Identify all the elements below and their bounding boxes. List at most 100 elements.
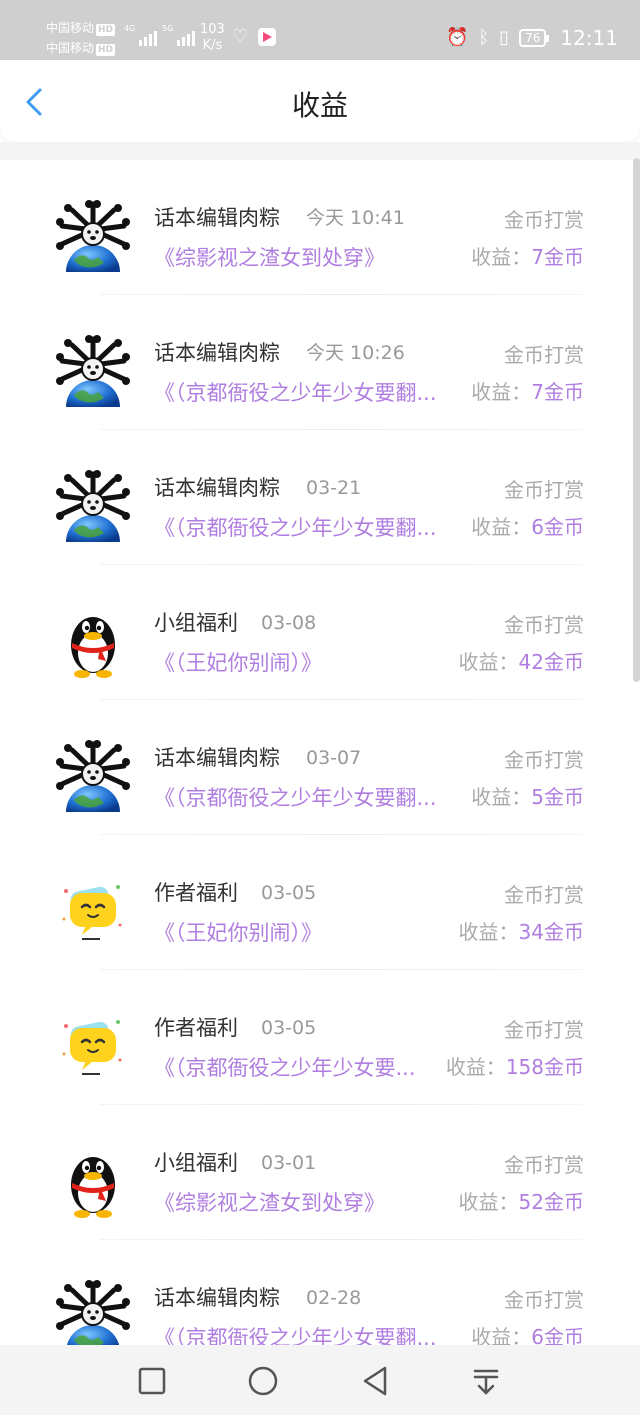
earning-label: 收益： [471,1325,532,1345]
sender-name: 作者福利 [154,881,238,905]
hd-badge: HD [96,24,116,36]
sender-name: 作者福利 [154,1016,238,1040]
status-bar: 中国移动 HD 中国移动 HD 4G 5G 103 K/s ♡ ⏰ ᛒ ▯ 76 1… [0,0,640,60]
earning-value: 34金币 [518,920,584,944]
recent-apps-icon[interactable] [136,1365,168,1397]
reward-type: 金币打赏 [504,748,584,772]
hd-badge: HD [96,44,116,56]
earning-value: 52金币 [518,1190,584,1214]
back-triangle-icon[interactable] [359,1365,391,1397]
sender-name: 话本编辑肉粽 [154,746,280,770]
earning-amount: 收益：52金币 [459,1188,584,1216]
earning-amount: 收益：7金币 [471,378,584,406]
earning-label: 收益： [471,380,532,404]
carrier-info: 中国移动 HD 中国移动 HD [46,18,116,58]
earning-value: 6金币 [531,515,584,539]
list-item[interactable]: 话本编辑肉粽 03-07 金币打赏 《（京都衙役之少年少女要翻... 收益：5金币 [0,700,640,835]
book-title-link[interactable]: 《（王妃你别闹）》 [154,649,464,677]
sender-name: 小组福利 [154,611,238,635]
creature-globe-avatar[interactable] [56,1280,130,1345]
heart-icon: ♡ [232,26,249,47]
earning-label: 收益： [471,515,532,539]
list-item[interactable]: 话本编辑肉粽 02-28 金币打赏《（京都衙役之少年少女要翻... 收益：6金币 [0,1240,640,1345]
list-item[interactable]: 小组福利 03-01 金币打赏《综影视之渣女到处穿》 收益：52金币 [0,1105,640,1240]
home-icon[interactable] [247,1365,279,1397]
list-item[interactable]: 作者福利 03-05 金币打赏《（王妃你别闹）》 收益：34金币 [0,835,640,970]
reward-type: 金币打赏 [504,883,584,907]
book-title-link[interactable]: 《（京都衙役之少年少女要翻... [154,514,464,542]
earning-value: 5金币 [531,785,584,809]
timestamp: 今天 10:41 [306,207,405,229]
list-item[interactable]: 话本编辑肉粽 今天 10:41 金币打赏《综影视之渣女到处穿》 收益：7金币 [0,160,640,295]
book-title-link[interactable]: 《（京都衙役之少年少女要翻... [154,1324,464,1345]
sender-name: 话本编辑肉粽 [154,1286,280,1310]
header-separator [0,142,640,160]
timestamp: 03-08 [261,612,317,634]
alarm-icon: ⏰ [445,27,469,48]
sender-name: 话本编辑肉粽 [154,206,280,230]
earning-value: 7金币 [531,245,584,269]
earning-value: 6金币 [531,1325,584,1345]
earning-amount: 收益：34金币 [459,918,584,946]
book-title-link[interactable]: 《（京都衙役之少年少女要翻... [154,784,464,812]
earning-amount: 收益：6金币 [471,1323,584,1345]
earning-label: 收益： [445,1055,506,1079]
timestamp: 03-05 [261,882,317,904]
battery-indicator: 76 [519,29,550,47]
notification-pull-icon[interactable] [470,1365,502,1397]
vibrate-icon: ▯ [499,27,510,48]
list-item[interactable]: 小组福利 03-08 金币打赏《（王妃你别闹）》 收益：42金币 [0,565,640,700]
reward-type: 金币打赏 [504,208,584,232]
penguin-avatar[interactable] [56,605,130,679]
earning-label: 收益： [471,245,532,269]
book-title-link[interactable]: 《（京都衙役之少年少女要翻... [154,379,464,407]
book-title-link[interactable]: 《（王妃你别闹）》 [154,919,464,947]
list-item[interactable]: 话本编辑肉粽 今天 10:26 金币打赏 《（京都衙役之少年少女要翻... 收益：7金币 [0,295,640,430]
signal-5g-icon: 5G [162,24,196,46]
earning-value: 7金币 [531,380,584,404]
earning-amount: 收益：6金币 [471,513,584,541]
timestamp: 03-21 [306,477,362,499]
earnings-list[interactable]: 话本编辑肉粽今天 10:41金币打赏《综影视之渣女到处穿》收益：7金币 [0,160,640,1345]
yellow-chat-avatar[interactable] [56,875,130,949]
penguin-avatar[interactable] [56,1145,130,1219]
earning-label: 收益： [471,785,532,809]
yellow-chat-avatar[interactable] [56,1010,130,1084]
app-header: 收益 [0,60,640,142]
reward-type: 金币打赏 [504,1153,584,1177]
earning-label: 收益： [458,650,519,674]
timestamp: 03-05 [261,1017,317,1039]
reward-type: 金币打赏 [504,1018,584,1042]
reward-type: 金币打赏 [504,343,584,367]
earning-label: 收益： [458,1190,519,1214]
creature-globe-avatar[interactable] [56,200,130,274]
list-item[interactable]: 作者福利 03-05 金币打赏《（京都衙役之少年少女要... 收益：158金币 [0,970,640,1105]
book-title-link[interactable]: 《综影视之渣女到处穿》 [154,244,464,272]
timestamp: 02-28 [306,1287,362,1309]
scrollbar[interactable] [633,158,640,682]
sender-name: 小组福利 [154,1151,238,1175]
reward-type: 金币打赏 [504,1288,584,1312]
earning-label: 收益： [458,920,519,944]
reward-type: 金币打赏 [504,613,584,637]
creature-globe-avatar[interactable] [56,740,130,814]
list-item[interactable]: 话本编辑肉粽 03-21 金币打赏 《（京都衙役之少年少女要翻... 收益：6金币 [0,430,640,565]
network-speed: 103 K/s [200,22,225,53]
timestamp: 03-07 [306,747,362,769]
timestamp: 今天 10:26 [306,342,405,364]
signal-4g-icon: 4G [124,24,158,46]
creature-globe-avatar[interactable] [56,335,130,409]
earning-value: 158金币 [505,1055,584,1079]
earning-amount: 收益：158金币 [446,1053,584,1081]
creature-globe-avatar[interactable] [56,470,130,544]
timestamp: 03-01 [261,1152,317,1174]
sender-name: 话本编辑肉粽 [154,341,280,365]
book-title-link[interactable]: 《（京都衙役之少年少女要... [154,1054,440,1082]
page-title: 收益 [291,89,348,122]
video-app-icon [258,28,276,46]
earning-amount: 收益：5金币 [471,783,584,811]
carrier-2-label: 中国移动 [46,41,95,55]
reward-type: 金币打赏 [504,478,584,502]
book-title-link[interactable]: 《综影视之渣女到处穿》 [154,1189,464,1217]
earning-value: 42金币 [518,650,584,674]
